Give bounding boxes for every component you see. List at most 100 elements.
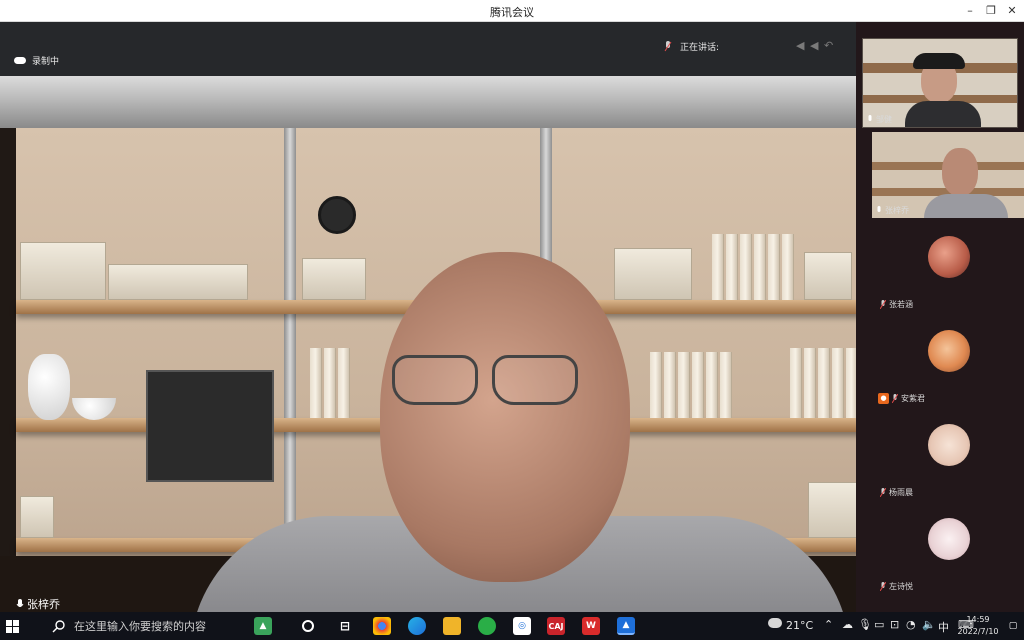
volume-icon[interactable]: 🔈 <box>922 618 936 631</box>
storage-box <box>108 264 248 300</box>
participant-name: 张梓乔 <box>885 206 909 215</box>
computer-monitor <box>146 370 274 482</box>
clock-date: 2022/7/10 <box>957 627 999 636</box>
storage-box <box>804 252 852 300</box>
mic-icon <box>16 598 24 607</box>
recording-label: 录制中 <box>32 56 60 67</box>
speaker-glasses <box>392 355 592 411</box>
weather-temp[interactable]: 21°C <box>786 619 813 632</box>
ceiling-beam <box>0 76 872 128</box>
book <box>768 234 780 300</box>
book <box>678 352 690 418</box>
user-icon: ● <box>878 393 889 404</box>
edge-icon[interactable] <box>408 617 426 635</box>
self-view-label: 邹健 <box>867 114 892 125</box>
widgets-icon[interactable]: ▲ <box>254 617 272 635</box>
page-nav[interactable]: ◀ ◀ ↶ <box>796 40 836 52</box>
book <box>804 348 816 418</box>
chrome-icon[interactable] <box>373 617 391 635</box>
cloud-weather-icon <box>768 618 782 628</box>
notification-icon[interactable]: ▢ <box>1006 617 1020 635</box>
book <box>324 348 336 418</box>
multitask-icon[interactable]: ⊟ <box>336 617 354 635</box>
book <box>712 234 724 300</box>
participant-label: 杨雨晨 <box>880 487 913 498</box>
network-icon[interactable]: ⊡ <box>890 618 899 631</box>
participant-label: 张若涵 <box>880 299 913 310</box>
speaker-face <box>380 252 630 582</box>
participant-name: 左诗悦 <box>889 582 913 591</box>
book <box>726 234 738 300</box>
wps-icon[interactable]: W <box>582 617 600 635</box>
participant-label: 左诗悦 <box>880 581 913 592</box>
mic-muted-icon <box>880 300 886 309</box>
close-button[interactable]: ✕ <box>1000 2 1024 20</box>
participant-name: 安紫君 <box>901 394 925 403</box>
recording-indicator[interactable]: 录制中 <box>14 54 60 67</box>
prev-page-icon[interactable]: ◀ <box>796 40 808 52</box>
participant-label: 张梓乔 <box>876 205 909 216</box>
book <box>664 352 676 418</box>
participant-label: ● 安紫君 <box>878 393 925 404</box>
mic-icon <box>877 206 881 212</box>
self-view-video[interactable]: 邹健 <box>862 38 1018 128</box>
cloud-icon[interactable]: ☁ <box>842 618 853 631</box>
speaking-indicator: 正在讲话: <box>664 40 719 53</box>
speaking-label: 正在讲话: <box>680 43 720 53</box>
book <box>650 352 662 418</box>
tencent-meeting-icon[interactable]: ▲ <box>617 617 635 635</box>
ime-indicator[interactable]: 中 <box>938 619 949 635</box>
wifi-icon[interactable]: ◔ <box>906 618 916 631</box>
windows-taskbar: 在这里输入你要搜索的内容 ▲ ⊟ ◎ CAJ W ▲ 21°C ⌃ ☁ 🎙 ▭ … <box>0 612 1024 640</box>
self-jacket <box>905 101 981 127</box>
windows-icon <box>5 619 19 633</box>
participant-avatar <box>928 236 970 278</box>
self-hair <box>913 53 965 69</box>
chevron-up-icon[interactable]: ⌃ <box>824 618 833 631</box>
book <box>782 234 794 300</box>
participant-tile[interactable]: 杨雨晨 <box>872 414 1024 500</box>
participant-tile[interactable]: 左诗悦 <box>872 508 1024 594</box>
book <box>754 234 766 300</box>
main-speaker-video[interactable]: 张梓乔 <box>0 76 872 612</box>
mic-tray-icon[interactable]: 🎙 <box>858 618 872 631</box>
storage-box <box>20 242 106 300</box>
book <box>790 348 802 418</box>
cloud-record-icon <box>14 56 26 64</box>
taskbar-search[interactable]: 在这里输入你要搜索的内容 <box>52 612 228 640</box>
book <box>310 348 322 418</box>
book <box>338 348 350 418</box>
wechat-icon[interactable] <box>478 617 496 635</box>
participant-name: 张若涵 <box>889 300 913 309</box>
participant-sidebar: 邹健 张梓乔 张若涵 ● 安紫君 杨雨晨 左诗悦 <box>856 22 1024 612</box>
tencent-app-icon[interactable]: ◎ <box>513 617 531 635</box>
camera-tray-icon[interactable]: ▭ <box>874 618 884 631</box>
book <box>692 352 704 418</box>
book <box>740 234 752 300</box>
book <box>832 348 844 418</box>
book <box>706 352 718 418</box>
participant-shirt <box>924 194 1008 218</box>
next-page-icon[interactable]: ◀ <box>810 40 822 52</box>
main-speaker-label: 张梓乔 <box>16 596 60 612</box>
mic-muted-icon <box>892 394 898 403</box>
main-speaker-name: 张梓乔 <box>27 598 60 611</box>
book <box>720 352 732 418</box>
participant-avatar <box>928 518 970 560</box>
file-explorer-icon[interactable] <box>443 617 461 635</box>
participant-face <box>942 148 978 196</box>
storage-box <box>20 496 54 538</box>
cnki-icon[interactable]: CAJ <box>547 617 565 635</box>
mic-muted-icon <box>880 582 886 591</box>
window-titlebar: 腾讯会议 – ❐ ✕ <box>0 0 1024 22</box>
participant-name: 杨雨晨 <box>889 488 913 497</box>
task-view-icon[interactable] <box>302 620 314 632</box>
return-icon[interactable]: ↶ <box>824 40 836 52</box>
participant-tile[interactable]: 张梓乔 <box>872 132 1024 218</box>
taskbar-clock[interactable]: 14:59 2022/7/10 <box>952 614 1004 638</box>
cnki-label: CAJ <box>548 621 564 631</box>
search-icon <box>52 620 65 633</box>
participant-tile[interactable]: ● 安紫君 <box>872 320 1024 406</box>
participant-tile[interactable]: 张若涵 <box>872 226 1024 312</box>
start-button[interactable] <box>0 612 24 640</box>
